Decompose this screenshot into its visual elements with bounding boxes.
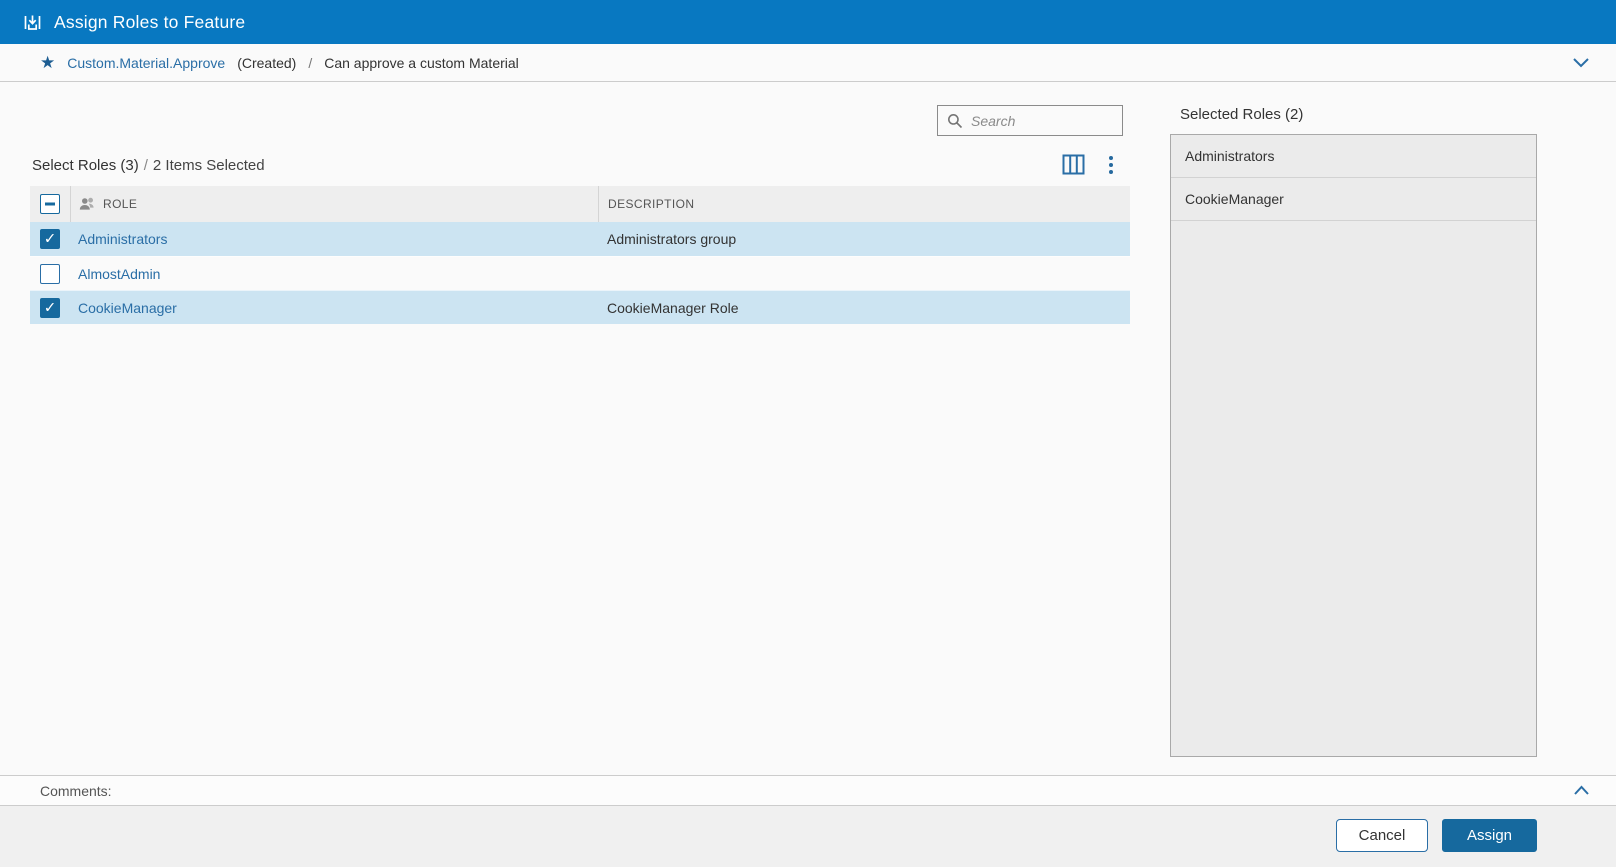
role-name-link[interactable]: Administrators <box>78 231 167 247</box>
column-header-role[interactable]: ROLE <box>103 197 137 211</box>
selected-roles-panel: Administrators CookieManager <box>1170 134 1537 757</box>
feature-status: (Created) <box>237 55 296 71</box>
items-selected-count: 2 Items Selected <box>153 157 265 174</box>
assign-roles-icon <box>22 12 43 33</box>
title-separator: / <box>144 157 148 174</box>
column-header-description[interactable]: DESCRIPTION <box>608 197 694 211</box>
feature-name-link[interactable]: Custom.Material.Approve <box>67 55 225 71</box>
row-checkbox[interactable] <box>40 229 60 249</box>
role-description: CookieManager Role <box>598 300 1130 316</box>
table-body: Administrators Administrators group Almo… <box>30 222 1130 324</box>
kebab-menu-icon[interactable] <box>1102 153 1120 177</box>
comments-label: Comments: <box>40 783 112 799</box>
select-roles-title: Select Roles (3) / 2 Items Selected <box>32 157 265 174</box>
users-group-icon <box>79 197 96 211</box>
dialog-footer: Cancel Assign <box>0 806 1616 867</box>
chevron-up-icon[interactable] <box>1573 785 1590 796</box>
cancel-button[interactable]: Cancel <box>1336 819 1428 852</box>
breadcrumb: ★ Custom.Material.Approve (Created) / Ca… <box>0 44 1616 82</box>
role-description: Administrators group <box>598 231 1130 247</box>
dialog-title-bar: Assign Roles to Feature <box>0 0 1616 44</box>
search-icon <box>947 113 963 129</box>
selected-roles-title: Selected Roles (2) <box>1180 106 1303 123</box>
table-row[interactable]: Administrators Administrators group <box>30 222 1130 256</box>
breadcrumb-separator: / <box>308 55 312 71</box>
column-settings-icon[interactable] <box>1062 154 1085 175</box>
dialog-title: Assign Roles to Feature <box>54 12 245 33</box>
row-checkbox[interactable] <box>40 264 60 284</box>
comments-section: Comments: <box>0 775 1616 806</box>
table-header-row: ROLE DESCRIPTION <box>30 186 1130 222</box>
assign-roles-dialog: Assign Roles to Feature ★ Custom.Materia… <box>0 0 1616 867</box>
selected-role-item[interactable]: CookieManager <box>1171 178 1536 221</box>
role-name-link[interactable]: AlmostAdmin <box>78 266 160 282</box>
search-input[interactable] <box>971 113 1113 129</box>
chevron-down-icon[interactable] <box>1572 57 1590 68</box>
select-roles-count: Select Roles (3) <box>32 157 139 174</box>
dialog-content: Select Roles (3) / 2 Items Selected <box>0 82 1616 775</box>
star-icon: ★ <box>40 54 55 71</box>
assign-button[interactable]: Assign <box>1442 819 1537 852</box>
table-row[interactable]: AlmostAdmin <box>30 256 1130 290</box>
roles-table: ROLE DESCRIPTION Administrators Administ… <box>30 186 1130 324</box>
feature-description: Can approve a custom Material <box>324 55 519 71</box>
role-name-link[interactable]: CookieManager <box>78 300 177 316</box>
select-all-checkbox[interactable] <box>40 194 60 214</box>
table-row[interactable]: CookieManager CookieManager Role <box>30 290 1130 324</box>
search-box[interactable] <box>937 105 1123 136</box>
selected-role-item[interactable]: Administrators <box>1171 135 1536 178</box>
row-checkbox[interactable] <box>40 298 60 318</box>
